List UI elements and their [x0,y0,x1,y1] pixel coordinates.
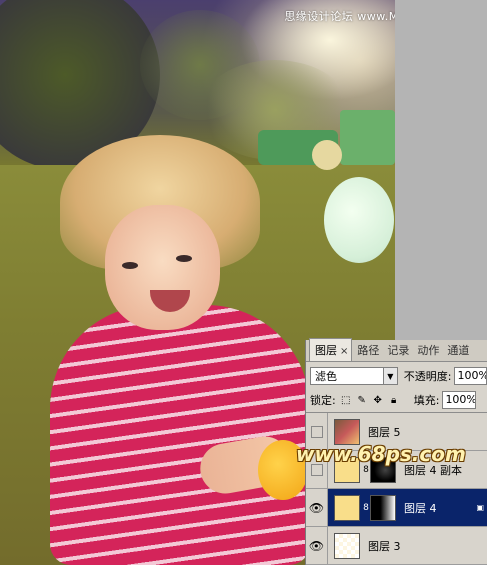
blend-mode-value: 滤色 [315,370,337,383]
tab-layers[interactable]: 图层 × [309,338,353,361]
hidden-eye-icon [310,425,323,438]
lock-move-icon[interactable]: ✥ [372,394,384,406]
tab-channels[interactable]: 通道 [442,339,472,361]
layer-mask-thumbnail[interactable] [370,494,396,521]
fill-label: 填充: [413,394,440,407]
layer-thumbnail [334,494,360,521]
tab-history[interactable]: 记录 [382,339,412,361]
layers-list: 图层 5 8 图层 4 副本 👁︎ 8 图层 4 ▣ 👁︎ 图层 3 [306,412,487,565]
child-eye-left [122,262,138,269]
layer-name: 图层 3 [368,539,401,553]
fill-field[interactable]: 100% [442,391,477,409]
layer-row-selected[interactable]: 👁︎ 8 图层 4 ▣ [306,489,487,527]
lock-all-icon[interactable]: 🔒︎ [388,394,400,406]
tab-label: 图层 [315,344,337,357]
opacity-label: 不透明度: [403,370,452,383]
visibility-toggle[interactable]: 👁︎ [306,489,328,526]
lawn-mower-handle [340,110,395,165]
eye-icon: 👁︎ [308,538,325,553]
layer-name: 图层 4 [404,501,437,515]
child-shirt [50,305,310,565]
tab-actions[interactable]: 动作 [412,339,442,361]
eye-icon: 👁︎ [308,500,325,515]
blend-mode-select[interactable]: 滤色 ▼ [310,367,398,385]
lock-label: 锁定: [310,394,336,407]
layer-thumbnail [334,532,360,559]
watermark-middle: www.68ps.com [296,442,466,466]
link-icon: 8 [363,502,369,513]
lock-row: 锁定: ⬚ ✎ ✥ 🔒︎ 填充: 100% [306,388,487,412]
mower-wheel [312,140,342,170]
layer-name: 图层 5 [368,425,401,439]
close-icon[interactable]: × [340,346,348,357]
tab-paths[interactable]: 路径 [352,339,382,361]
panel-tabs: 图层 × 路径 记录 动作 通道 [306,338,487,362]
lock-brush-icon[interactable]: ✎ [356,394,368,406]
layer-row[interactable]: 👁︎ 图层 3 [306,527,487,565]
link-icon: 8 [363,464,369,475]
baseball [324,177,394,263]
blend-row: 滤色 ▼ 不透明度: 100% [306,364,487,388]
child-eye-right [176,255,192,262]
opacity-field[interactable]: 100% [454,367,487,385]
layer-style-icon: ▣ [476,503,484,512]
visibility-toggle[interactable]: 👁︎ [306,527,328,564]
layer-thumbnail [334,418,360,445]
child-face [105,205,220,330]
chevron-down-icon[interactable]: ▼ [382,368,397,384]
photoshop-workspace: 思缘设计论坛 www.MISSYUAN.com 图层 × 路径 记录 动作 通道 … [0,0,487,565]
lock-transparent-icon[interactable]: ⬚ [340,394,352,406]
workspace-background [395,0,487,340]
